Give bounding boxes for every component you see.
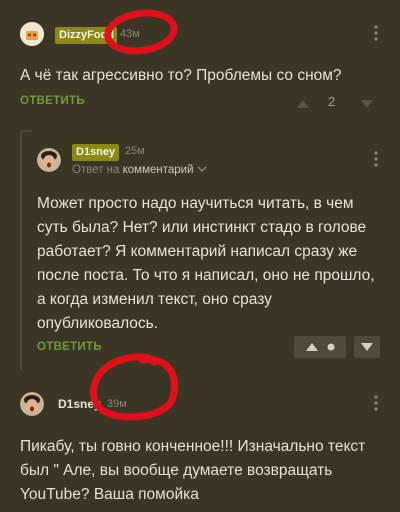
arrow-down-icon[interactable] xyxy=(360,342,374,352)
avatar[interactable] xyxy=(37,148,61,172)
username-badge[interactable]: D1sney xyxy=(72,144,120,161)
vote-up-bar[interactable] xyxy=(294,336,346,358)
annotation-circle xyxy=(101,5,181,59)
more-vertical-icon[interactable] xyxy=(372,150,380,168)
reply-button[interactable]: ОТВЕТИТЬ xyxy=(20,95,85,107)
comment-text: А чё так агрессивно то? Проблемы со сном… xyxy=(20,67,342,84)
avatar[interactable] xyxy=(20,392,44,416)
comment-text: Пикабу, ты говно конченное!!! Изначально… xyxy=(20,438,366,503)
vote-down-bar[interactable] xyxy=(354,336,380,358)
reply-context[interactable]: Ответ на комментарий xyxy=(72,164,207,176)
annotation-circle xyxy=(90,353,179,421)
rating-value: 2 xyxy=(328,94,336,109)
rating-dot xyxy=(327,343,335,351)
avatar[interactable] xyxy=(20,22,44,46)
thread-line-connector xyxy=(20,130,32,132)
thread-line xyxy=(20,130,22,370)
comment-time: 25м xyxy=(125,145,145,157)
comment-text: Может просто надо научиться читать, в че… xyxy=(37,195,375,332)
arrow-up-icon[interactable] xyxy=(296,96,310,108)
reply-context-prefix: Ответ на xyxy=(72,164,120,177)
more-vertical-icon[interactable] xyxy=(372,394,380,412)
chevron-down-icon[interactable] xyxy=(197,164,207,176)
arrow-up-icon[interactable] xyxy=(305,342,319,352)
reply-context-link[interactable]: комментарий xyxy=(123,164,194,176)
more-vertical-icon[interactable] xyxy=(372,24,380,42)
arrow-down-icon[interactable] xyxy=(360,96,374,108)
